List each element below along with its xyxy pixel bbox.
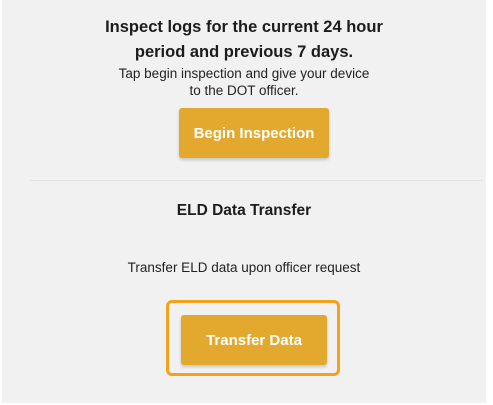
section-divider [30,180,482,181]
transfer-data-button[interactable]: Transfer Data [181,315,327,365]
inspection-instruction-line2: to the DOT officer. [189,83,299,98]
eld-data-transfer-title: ELD Data Transfer [176,202,312,219]
inspection-section: Inspect logs for the current 24 hour per… [2,0,486,180]
eld-data-transfer-description: Transfer ELD data upon officer request [127,260,361,275]
inspection-instruction-line1: Tap begin inspection and give your devic… [118,66,370,81]
inspection-heading-line2: period and previous 7 days. [134,43,354,61]
inspection-heading-line1: Inspect logs for the current 24 hour [105,18,383,36]
begin-inspection-button[interactable]: Begin Inspection [179,108,329,158]
dot-inspection-panel: Inspect logs for the current 24 hour per… [2,0,486,403]
